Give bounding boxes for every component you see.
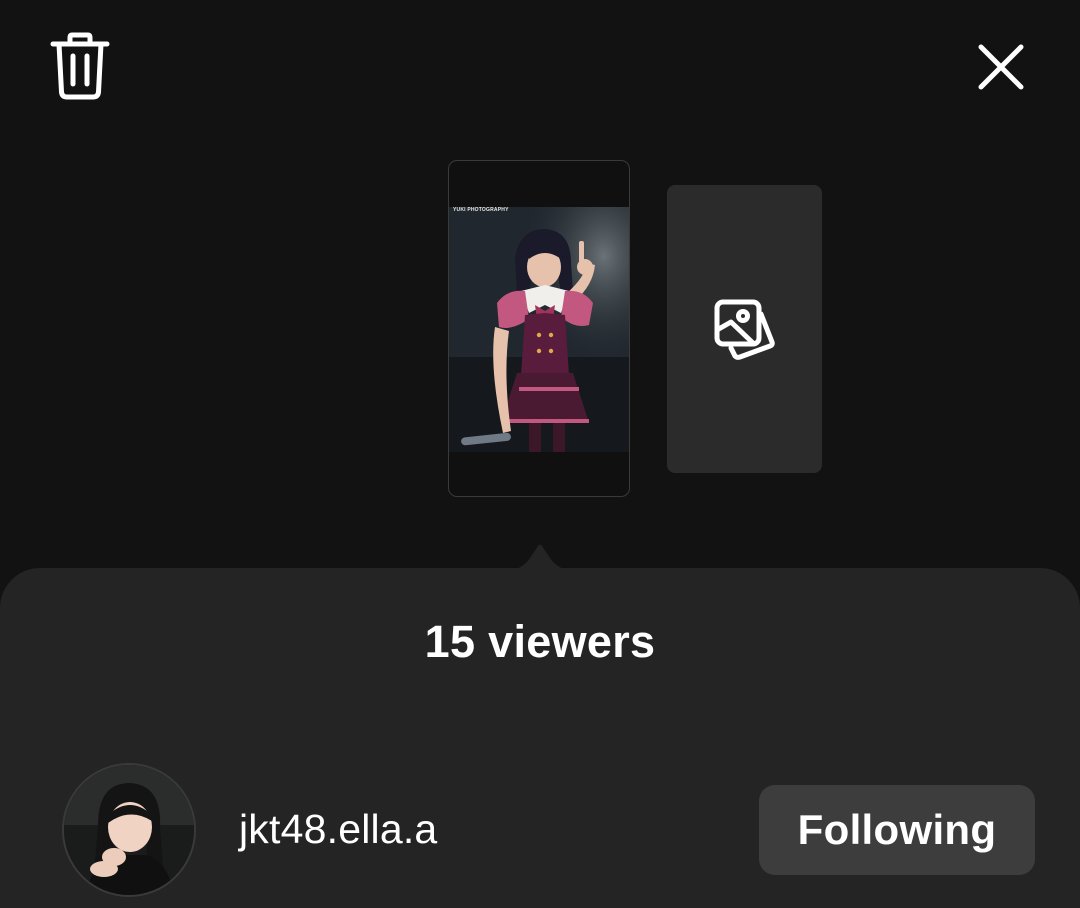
close-icon bbox=[978, 44, 1024, 90]
story-photo: YUKI PHOTOGRAPHY bbox=[449, 207, 629, 452]
sheet-pointer bbox=[508, 544, 572, 570]
following-button[interactable]: Following bbox=[759, 785, 1035, 875]
performer-photo bbox=[449, 207, 629, 452]
viewer-list-item: jkt48.ella.a Following bbox=[0, 760, 1080, 900]
viewers-count-title: 15 viewers bbox=[424, 616, 656, 667]
story-viewers-screen: YUKI PHOTOGRAPHY 15 viewers jkt48.ella.a… bbox=[0, 0, 1080, 908]
delete-story-button[interactable] bbox=[44, 28, 116, 104]
story-thumbnail-selected[interactable]: YUKI PHOTOGRAPHY bbox=[448, 160, 630, 497]
add-story-thumbnail[interactable] bbox=[667, 185, 822, 473]
viewer-username[interactable]: jkt48.ella.a bbox=[239, 806, 437, 853]
photo-watermark: YUKI PHOTOGRAPHY bbox=[453, 207, 509, 213]
trash-icon bbox=[50, 32, 110, 100]
avatar-photo bbox=[64, 765, 194, 895]
avatar[interactable] bbox=[62, 763, 196, 897]
close-button[interactable] bbox=[966, 32, 1036, 102]
gallery-icon bbox=[714, 299, 775, 360]
